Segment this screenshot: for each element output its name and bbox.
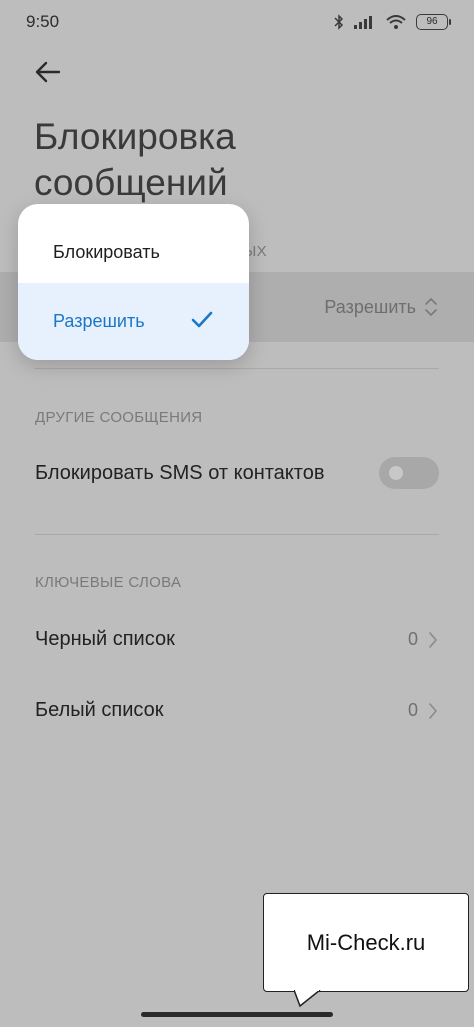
battery-indicator: 96	[416, 14, 451, 30]
up-down-chevron-icon	[425, 298, 437, 316]
whitelist-count-value: 0	[407, 700, 418, 720]
section-label-keywords: КЛЮЧЕВЫЕ СЛОВА	[35, 574, 182, 591]
signal-icon	[354, 16, 372, 29]
popup-option-block[interactable]: Блокировать	[18, 219, 249, 285]
row-selected-value[interactable]: Разрешить	[324, 296, 438, 318]
block-sms-contacts-label: Блокировать SMS от контактов	[35, 462, 325, 484]
chevron-right-icon	[429, 631, 437, 648]
status-icons: 96	[334, 14, 451, 30]
watermark-label: Mi-Check.ru	[263, 893, 469, 992]
wifi-icon	[386, 15, 406, 29]
settings-screen: 9:50 96 Блокировка сообщений ЫХ Разрешит…	[0, 0, 474, 1027]
toggle-knob	[389, 466, 403, 480]
back-arrow-icon[interactable]	[32, 56, 64, 88]
status-bar: 9:50 96	[0, 0, 474, 44]
home-indicator[interactable]	[141, 1012, 333, 1017]
callout-tail	[294, 990, 321, 1008]
divider	[35, 534, 439, 535]
section-label-other-messages: ДРУГИЕ СООБЩЕНИЯ	[35, 409, 203, 426]
blacklist-label[interactable]: Черный список	[35, 628, 175, 651]
popup-option-allow-label: Разрешить	[53, 311, 145, 331]
blacklist-count[interactable]: 0	[408, 629, 438, 650]
chevron-right-icon	[429, 702, 437, 719]
options-popup: Блокировать Разрешить	[18, 204, 249, 360]
popup-option-block-label: Блокировать	[53, 241, 160, 262]
bluetooth-icon	[334, 14, 344, 30]
divider	[35, 368, 439, 369]
status-time: 9:50	[26, 12, 60, 31]
popup-option-allow[interactable]: Разрешить	[18, 283, 249, 360]
checkmark-icon	[191, 311, 213, 328]
whitelist-count[interactable]: 0	[408, 700, 438, 721]
page-title: Блокировка сообщений	[34, 116, 236, 203]
block-sms-contacts-toggle[interactable]	[379, 457, 439, 489]
row-value-text: Разрешить	[324, 296, 416, 317]
whitelist-label[interactable]: Белый список	[35, 699, 163, 722]
watermark-text: Mi-Check.ru	[306, 929, 426, 955]
blacklist-count-value: 0	[407, 629, 418, 649]
